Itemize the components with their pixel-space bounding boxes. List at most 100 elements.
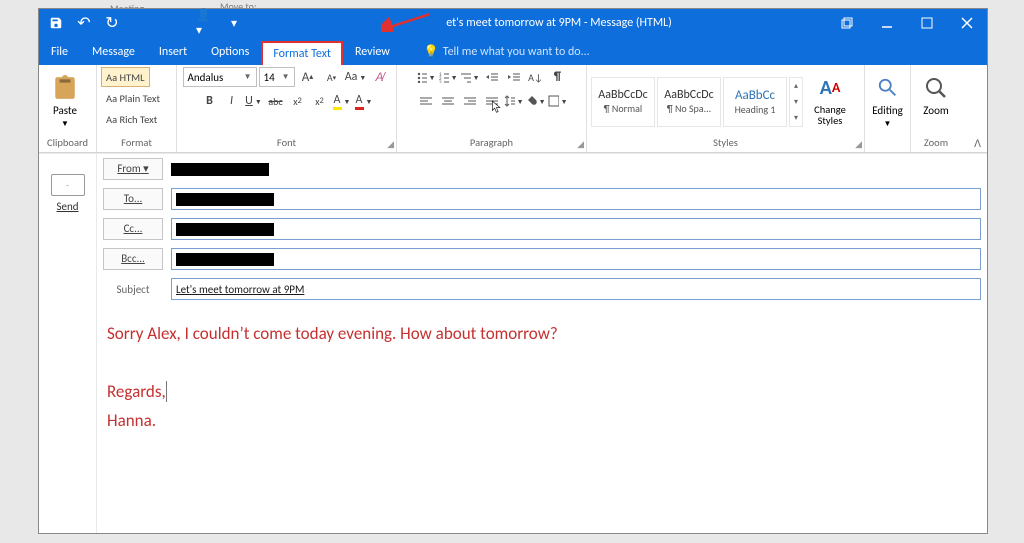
message-body[interactable]: Sorry Alex, I couldn’t come today evenin… (97, 304, 987, 533)
style-normal-button[interactable]: AaBbCcDc¶ Normal (591, 77, 655, 127)
to-field[interactable]: user1@example.com (171, 188, 981, 210)
group-clipboard: Paste ▼ Clipboard (39, 65, 97, 152)
row-subject: Subject Let's meet tomorrow at 9PM (97, 274, 987, 304)
tab-message[interactable]: Message (80, 39, 147, 65)
style-heading1-button[interactable]: AaBbCcHeading 1 (723, 77, 787, 127)
borders-button[interactable]: ▼ (547, 91, 569, 111)
decrease-indent-button[interactable] (481, 67, 503, 87)
styles-group-label: Styles (591, 136, 860, 152)
group-zoom: Zoom Zoom (911, 65, 961, 152)
editing-label: Editing (872, 104, 903, 117)
tab-insert[interactable]: Insert (147, 39, 199, 65)
tab-format-text[interactable]: Format Text (261, 41, 343, 65)
editing-group-label (869, 136, 906, 152)
italic-button[interactable]: I (221, 91, 243, 111)
format-plain-button[interactable]: Aa Plain Text (101, 88, 165, 108)
font-name-select[interactable]: Andalus▼ (183, 67, 257, 87)
window-minimize-icon[interactable] (867, 9, 907, 37)
subject-field[interactable]: Let's meet tomorrow at 9PM (171, 278, 981, 300)
qat-customize-icon[interactable]: ▾ (223, 13, 245, 33)
align-left-button[interactable] (415, 91, 437, 111)
clear-formatting-button[interactable]: A̸ (369, 67, 391, 87)
ribbon-tabs: File Message Insert Options Format Text … (39, 37, 987, 65)
font-group-label: Font (181, 136, 392, 152)
sort-button[interactable]: A↓ (525, 67, 547, 87)
shrink-font-button[interactable]: A▾ (321, 67, 343, 87)
body-line-1: Sorry Alex, I couldn’t come today evenin… (107, 320, 977, 349)
send-button[interactable]: Send (56, 200, 78, 213)
subject-label: Subject (103, 283, 163, 296)
collapse-ribbon-icon[interactable]: ᐱ (974, 137, 981, 150)
lightbulb-icon: 💡 (424, 44, 439, 59)
align-justify-button[interactable] (481, 91, 503, 111)
tab-review[interactable]: Review (343, 39, 402, 65)
svg-text:3: 3 (439, 80, 442, 83)
zoom-icon (922, 74, 950, 102)
title-bar: ↶ ↻ 👤▾ ▾ et's meet tomorrow at 9PM - Mes… (39, 9, 987, 37)
to-button[interactable]: To... (103, 188, 163, 210)
styles-dialog-launcher-icon[interactable]: ◢ (855, 139, 862, 150)
change-styles-label: Change Styles (805, 104, 855, 126)
multilevel-list-button[interactable]: ▼ (459, 67, 481, 87)
style-nospacing-button[interactable]: AaBbCcDc¶ No Spa... (657, 77, 721, 127)
cc-button[interactable]: Cc... (103, 218, 163, 240)
shading-button[interactable]: ▼ (525, 91, 547, 111)
quick-access-toolbar: ↶ ↻ 👤▾ ▾ (39, 12, 251, 34)
numbering-button[interactable]: 123▼ (437, 67, 459, 87)
paragraph-dialog-launcher-icon[interactable]: ◢ (577, 139, 584, 150)
paragraph-group-label: Paragraph (401, 136, 582, 152)
zoom-label: Zoom (923, 104, 948, 117)
tab-options[interactable]: Options (199, 39, 261, 65)
change-styles-button[interactable]: AA Change Styles (805, 72, 855, 132)
font-dialog-launcher-icon[interactable]: ◢ (387, 139, 394, 150)
underline-button[interactable]: U▼ (243, 91, 265, 111)
highlight-button[interactable]: A▼ (331, 91, 353, 111)
from-value: user0@example.com (171, 163, 269, 176)
align-right-button[interactable] (459, 91, 481, 111)
tell-me-label: Tell me what you want to do... (443, 45, 590, 59)
tab-file[interactable]: File (39, 39, 80, 65)
bcc-field[interactable]: user3@example.com (171, 248, 981, 270)
row-from: From ▾ user0@example.com (97, 154, 987, 184)
redo-icon[interactable]: ↻ (101, 13, 123, 33)
window-restore-icon[interactable] (827, 9, 867, 37)
subscript-button[interactable]: x2 (287, 91, 309, 111)
bcc-button[interactable]: Bcc... (103, 248, 163, 270)
font-color-button[interactable]: A▼ (353, 91, 375, 111)
superscript-button[interactable]: x2 (309, 91, 331, 111)
increase-indent-button[interactable] (503, 67, 525, 87)
format-html-button[interactable]: Aa HTML (101, 67, 150, 87)
ribbon: Paste ▼ Clipboard Aa HTML Aa Plain Text … (39, 65, 987, 153)
bullets-button[interactable]: ▼ (415, 67, 437, 87)
save-icon[interactable] (45, 13, 67, 33)
bold-button[interactable]: B (199, 91, 221, 111)
paste-button[interactable]: Paste ▼ (43, 72, 87, 132)
tell-me-search[interactable]: 💡 Tell me what you want to do... (414, 38, 600, 65)
group-paragraph: ▼ 123▼ ▼ A↓ ¶ ▼ ▼ ▼ (397, 65, 587, 152)
format-group-label: Format (101, 136, 172, 152)
group-font: Andalus▼ 14▼ A▴ A▾ Aa▼ A̸ B I U▼ abc x2 … (177, 65, 397, 152)
grow-font-button[interactable]: A▴ (297, 67, 319, 87)
styles-gallery-expand[interactable]: ▴▾▾ (789, 77, 803, 127)
group-styles: AaBbCcDc¶ Normal AaBbCcDc¶ No Spa... AaB… (587, 65, 865, 152)
font-size-select[interactable]: 14▼ (259, 67, 295, 87)
user-icon[interactable]: 👤▾ (195, 13, 217, 33)
line-spacing-button[interactable]: ▼ (503, 91, 525, 111)
zoom-button[interactable]: Zoom (915, 72, 957, 132)
group-format: Aa HTML Aa Plain Text Aa Rich Text Forma… (97, 65, 177, 152)
cursor-pointer-icon (490, 98, 504, 116)
change-styles-icon: AA (816, 74, 844, 102)
window-maximize-icon[interactable] (907, 9, 947, 37)
align-center-button[interactable] (437, 91, 459, 111)
compose-area: Send From ▾ user0@example.com To... user… (39, 153, 987, 533)
strikethrough-button[interactable]: abc (265, 91, 287, 111)
change-case-button[interactable]: Aa▼ (345, 67, 367, 87)
editing-button[interactable]: Editing▼ (869, 72, 906, 132)
format-rich-button[interactable]: Aa Rich Text (101, 109, 162, 129)
font-size-value: 14 (264, 71, 275, 84)
cc-field[interactable]: user2@example.com (171, 218, 981, 240)
undo-icon[interactable]: ↶ (73, 13, 95, 33)
from-button[interactable]: From ▾ (103, 158, 163, 180)
show-hide-marks-button[interactable]: ¶ (547, 67, 569, 87)
window-close-icon[interactable] (947, 9, 987, 37)
